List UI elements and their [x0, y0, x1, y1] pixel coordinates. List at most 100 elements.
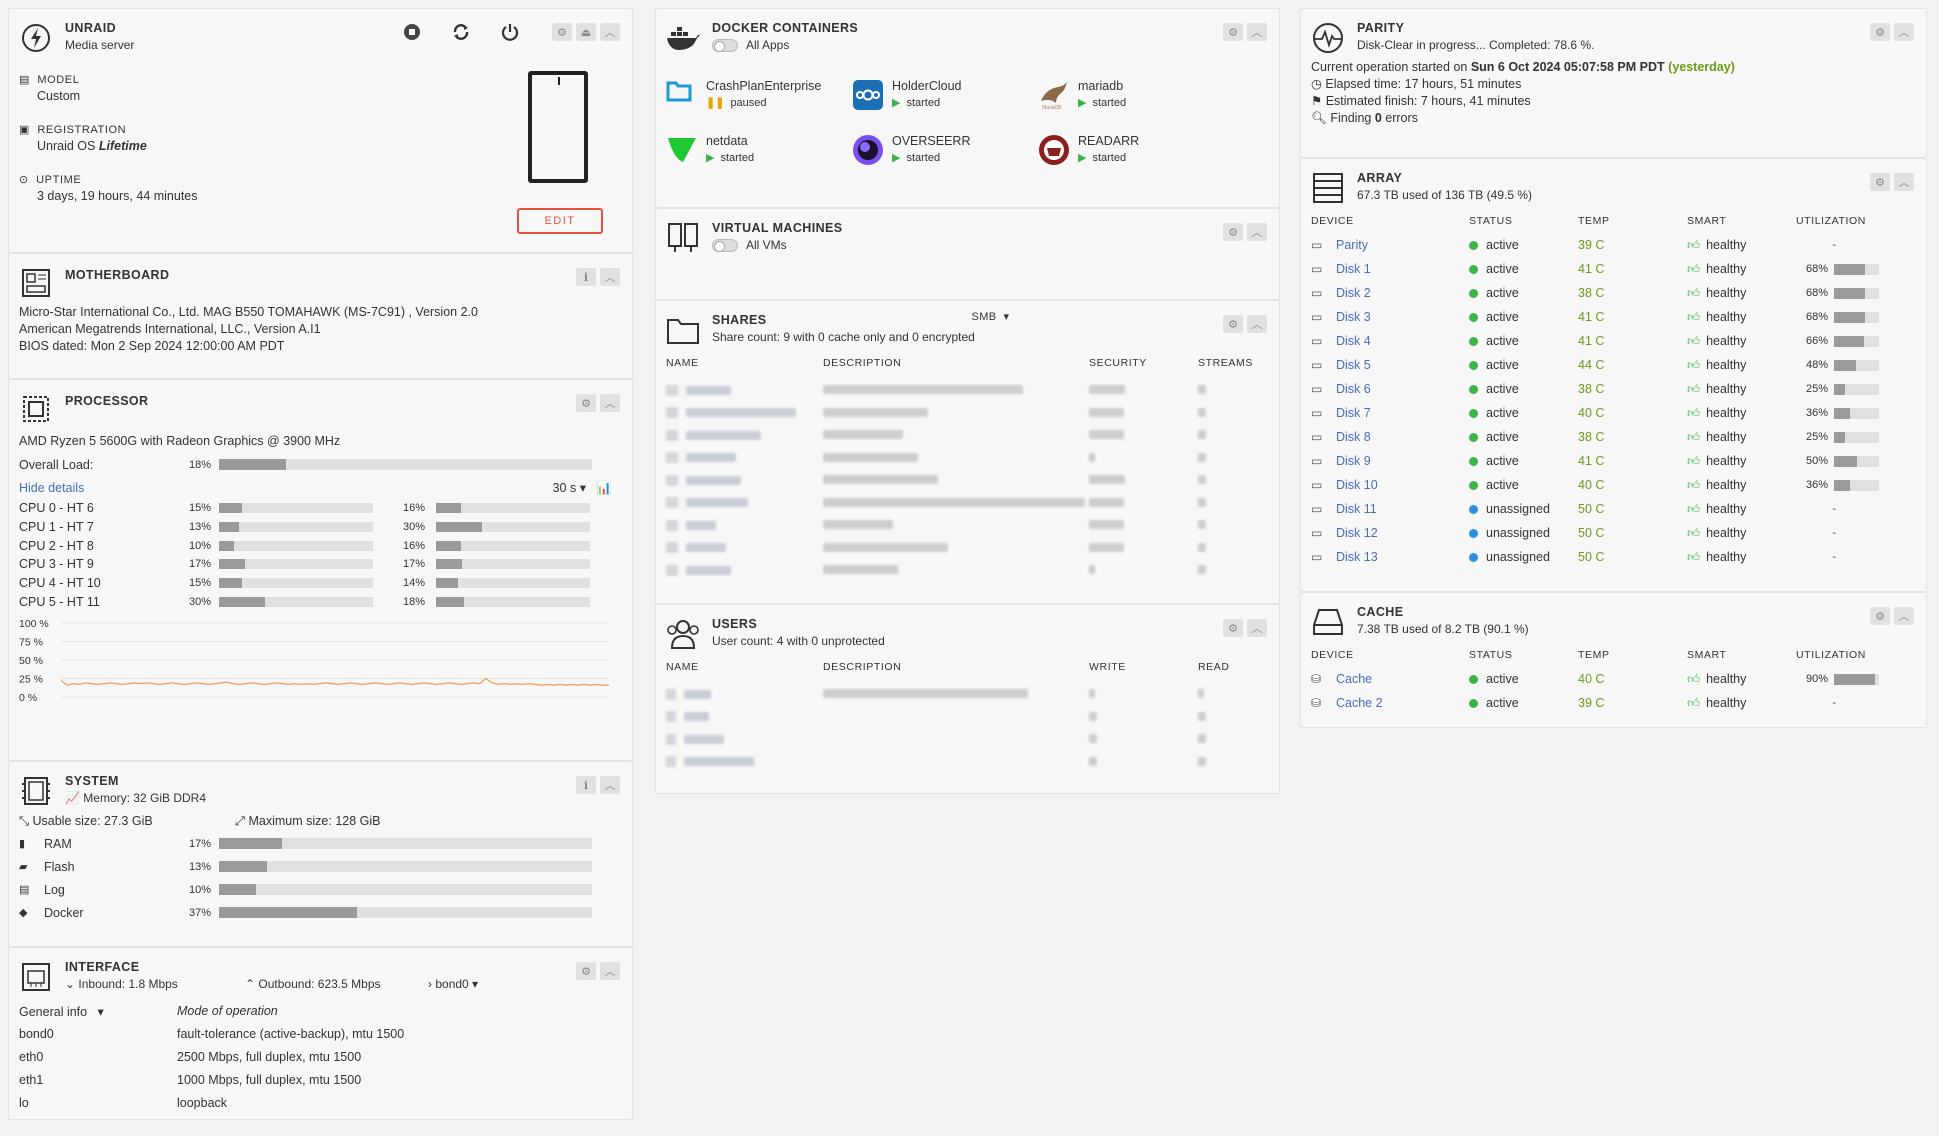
user-row[interactable] — [666, 706, 1269, 729]
disk-name[interactable]: Disk 10 — [1336, 478, 1378, 492]
disk-name[interactable]: Disk 1 — [1336, 262, 1371, 276]
collapse-icon[interactable]: ︿ — [600, 394, 620, 412]
share-row[interactable] — [666, 537, 1269, 560]
user-row[interactable] — [666, 728, 1269, 751]
disk-name[interactable]: Disk 8 — [1336, 430, 1371, 444]
collapse-icon[interactable]: ︿ — [1247, 619, 1267, 637]
collapse-icon[interactable]: ︿ — [600, 23, 620, 41]
container-name[interactable]: CrashPlanEnterprise — [706, 79, 821, 93]
collapse-icon[interactable]: ︿ — [600, 962, 620, 980]
share-name[interactable] — [686, 475, 741, 485]
share-name[interactable] — [686, 520, 716, 530]
share-name[interactable] — [686, 408, 796, 418]
bios-date: BIOS dated: Mon 2 Sep 2024 12:00:00 AM P… — [19, 339, 285, 353]
collapse-icon[interactable]: ︿ — [1247, 315, 1267, 333]
container-item[interactable]: MariaDB mariadb ▶ started — [1038, 79, 1224, 111]
share-name[interactable] — [686, 430, 761, 440]
container-name[interactable]: HolderCloud — [892, 79, 961, 93]
info-icon[interactable]: ℹ — [576, 268, 596, 286]
settings-icon[interactable]: ⚙ — [1223, 23, 1243, 41]
container-name[interactable]: netdata — [706, 134, 754, 148]
all-vms-toggle[interactable] — [712, 239, 738, 253]
info-icon[interactable]: ℹ — [576, 776, 596, 794]
graph-interval-select[interactable]: 30 s ▾ — [553, 481, 586, 495]
share-row[interactable] — [666, 559, 1269, 582]
collapse-icon[interactable]: ︿ — [600, 776, 620, 794]
share-row[interactable] — [666, 379, 1269, 402]
settings-icon[interactable]: ⚙ — [1870, 173, 1890, 191]
collapse-icon[interactable]: ︿ — [1247, 223, 1267, 241]
col-device: DEVICE — [1311, 215, 1354, 227]
user-name[interactable] — [684, 734, 724, 744]
interface-select[interactable]: › bond0 ▾ — [428, 977, 478, 991]
user-row[interactable] — [666, 683, 1269, 706]
disk-name[interactable]: Disk 4 — [1336, 334, 1371, 348]
settings-icon[interactable]: ⚙ — [1223, 223, 1243, 241]
container-item[interactable]: READARR ▶ started — [1038, 134, 1224, 166]
share-name[interactable] — [686, 453, 736, 463]
shutdown-icon[interactable] — [501, 23, 519, 44]
disk-name[interactable]: Disk 6 — [1336, 382, 1371, 396]
container-item[interactable]: HolderCloud ▶ started — [852, 79, 1038, 111]
share-row[interactable] — [666, 469, 1269, 492]
settings-icon[interactable]: ⚙ — [576, 962, 596, 980]
motherboard-line2: American Megatrends International, LLC.,… — [19, 322, 321, 336]
collapse-icon[interactable]: ︿ — [600, 268, 620, 286]
disk-name[interactable]: Disk 13 — [1336, 550, 1378, 564]
share-name[interactable] — [686, 565, 731, 575]
general-info-select[interactable]: General info ▾ — [19, 1004, 177, 1019]
netdata-icon[interactable] — [666, 134, 706, 164]
container-name[interactable]: mariadb — [1078, 79, 1126, 93]
holdercloud-icon[interactable] — [852, 79, 892, 111]
collapse-icon[interactable]: ︿ — [1247, 23, 1267, 41]
protocol-select[interactable]: SMB ▾ — [972, 311, 1010, 323]
settings-icon[interactable]: ⚙ — [1870, 607, 1890, 625]
collapse-icon[interactable]: ︿ — [1894, 23, 1914, 41]
mariadb-icon[interactable]: MariaDB — [1038, 79, 1078, 111]
settings-icon[interactable]: ⚙ — [1870, 23, 1890, 41]
hide-details-link[interactable]: Hide details — [19, 481, 84, 495]
user-name[interactable] — [684, 689, 711, 699]
reboot-icon[interactable] — [451, 23, 471, 44]
disk-name[interactable]: Disk 5 — [1336, 358, 1371, 372]
disk-name[interactable]: Disk 3 — [1336, 310, 1371, 324]
settings-icon[interactable]: ⚙ — [552, 23, 572, 41]
container-name[interactable]: READARR — [1078, 134, 1139, 148]
share-row[interactable] — [666, 402, 1269, 425]
container-item[interactable]: CrashPlanEnterprise ❚❚ paused — [666, 79, 852, 109]
chart-icon[interactable]: 📊 — [596, 481, 612, 495]
settings-icon[interactable]: ⚙ — [1223, 315, 1243, 333]
disk-name[interactable]: Cache — [1336, 672, 1372, 686]
container-name[interactable]: OVERSEERR — [892, 134, 971, 148]
collapse-icon[interactable]: ︿ — [1894, 607, 1914, 625]
share-row[interactable] — [666, 447, 1269, 470]
user-name[interactable] — [684, 757, 754, 767]
share-name[interactable] — [686, 498, 748, 508]
share-row[interactable] — [666, 424, 1269, 447]
disk-name[interactable]: Disk 11 — [1336, 502, 1377, 516]
disk-name[interactable]: Disk 12 — [1336, 526, 1378, 540]
overseerr-icon[interactable] — [852, 134, 892, 166]
share-row[interactable] — [666, 492, 1269, 515]
user-row[interactable] — [666, 751, 1269, 774]
disk-name[interactable]: Cache 2 — [1336, 696, 1383, 710]
eject-icon[interactable]: ⏏ — [576, 23, 596, 41]
share-name[interactable] — [686, 543, 726, 553]
container-item[interactable]: netdata ▶ started — [666, 134, 852, 164]
disk-name[interactable]: Disk 2 — [1336, 286, 1371, 300]
readarr-icon[interactable] — [1038, 134, 1078, 166]
share-name[interactable] — [686, 385, 731, 395]
settings-icon[interactable]: ⚙ — [1223, 619, 1243, 637]
collapse-icon[interactable]: ︿ — [1894, 173, 1914, 191]
user-name[interactable] — [684, 712, 709, 722]
stop-array-icon[interactable] — [403, 23, 421, 44]
disk-name[interactable]: Parity — [1336, 238, 1368, 252]
disk-name[interactable]: Disk 9 — [1336, 454, 1371, 468]
container-item[interactable]: OVERSEERR ▶ started — [852, 134, 1038, 166]
all-apps-toggle[interactable] — [712, 39, 738, 53]
edit-button[interactable]: EDIT — [517, 208, 603, 234]
disk-name[interactable]: Disk 7 — [1336, 406, 1371, 420]
share-row[interactable] — [666, 514, 1269, 537]
settings-icon[interactable]: ⚙ — [576, 394, 596, 412]
crashplan-icon[interactable] — [666, 79, 706, 103]
